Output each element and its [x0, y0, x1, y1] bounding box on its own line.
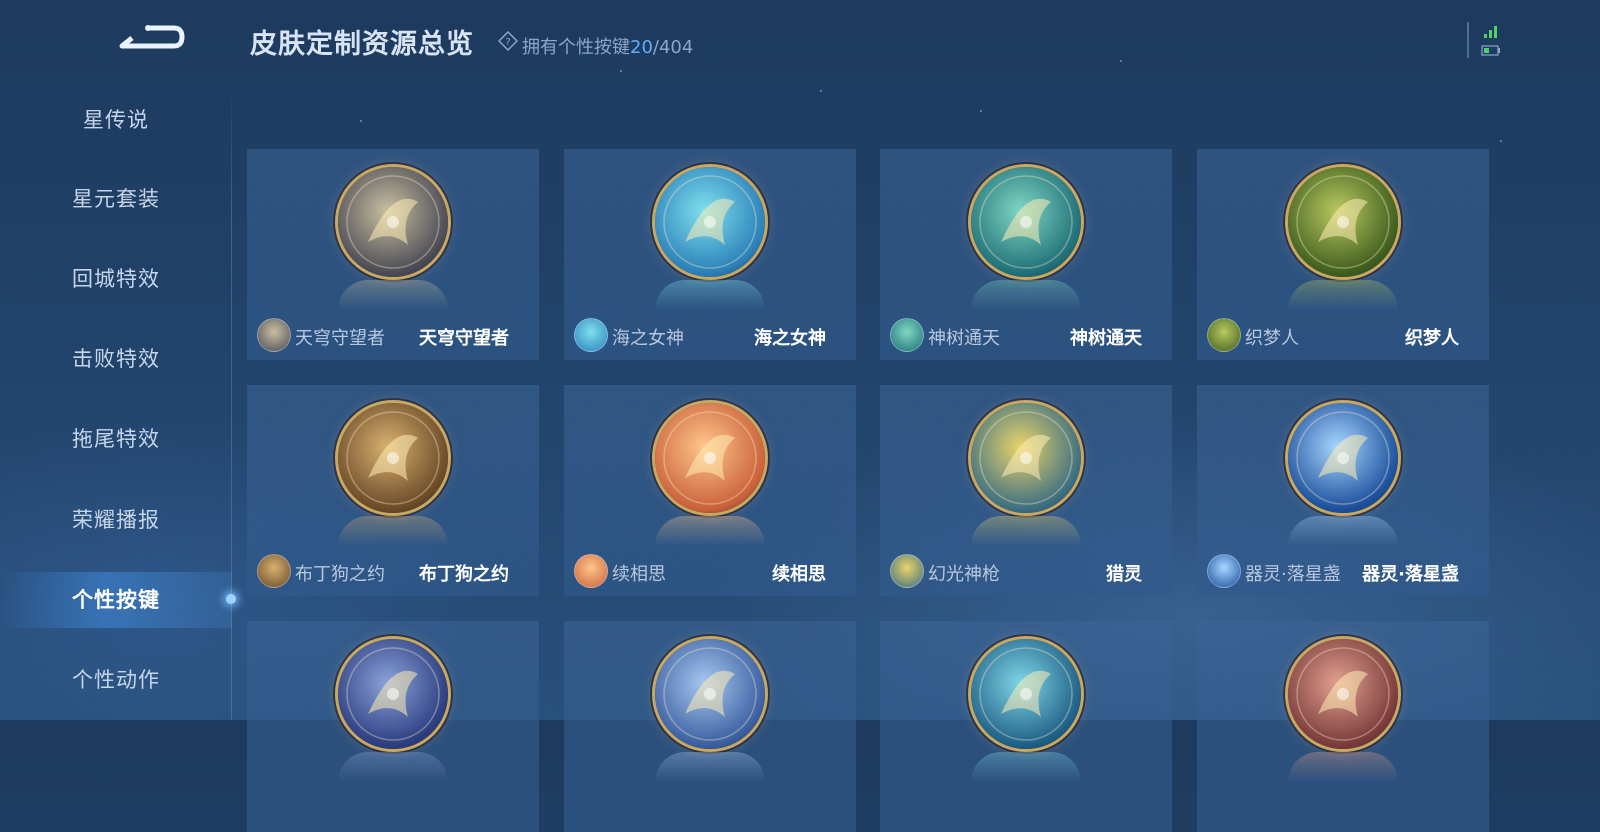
- hero-name: 幻光神枪: [928, 564, 1000, 585]
- card-footer: 幻光神枪 猎灵: [880, 546, 1172, 596]
- hero-name: 续相思: [612, 564, 666, 585]
- owned-count: 拥有个性按键20/404: [522, 33, 693, 59]
- hero-avatar: [574, 318, 608, 352]
- hero-avatar: [257, 318, 291, 352]
- emblem-reflection: [655, 752, 765, 782]
- skin-name: 布丁狗之约: [419, 564, 509, 585]
- spear-emblem-icon: [971, 403, 1081, 513]
- skin-card[interactable]: [880, 621, 1172, 832]
- petal-emblem-icon: [655, 639, 765, 749]
- pagoda-emblem-icon: [338, 639, 448, 749]
- sidebar-item-recall-effect[interactable]: 回城特效: [0, 251, 232, 307]
- sidebar-item-kill-effect[interactable]: 击败特效: [0, 331, 232, 387]
- battery-icon: [1481, 45, 1500, 56]
- emblem-reflection: [1288, 752, 1398, 782]
- hero-name: 织梦人: [1245, 328, 1299, 349]
- card-footer: 天穹守望者 天穹守望者: [247, 310, 539, 360]
- skin-card[interactable]: 器灵·落星盏 器灵·落星盏: [1197, 385, 1489, 596]
- skin-name: 续相思: [772, 564, 826, 585]
- emblem-reflection: [1288, 516, 1398, 546]
- card-footer: 续相思 续相思: [564, 546, 856, 596]
- skin-name: 猎灵: [1106, 564, 1142, 585]
- flower-emblem-icon: [655, 167, 765, 277]
- skin-card[interactable]: 天穹守望者 天穹守望者: [247, 149, 539, 360]
- emblem-reflection: [1288, 280, 1398, 310]
- sidebar-item-glory-broadcast[interactable]: 荣耀播报: [0, 492, 232, 548]
- sidebar-item-custom-actions[interactable]: 个性动作: [0, 652, 232, 708]
- skin-name: 神树通天: [1070, 328, 1142, 349]
- card-footer: 海之女神 海之女神: [564, 310, 856, 360]
- skin-card[interactable]: 布丁狗之约 布丁狗之约: [247, 385, 539, 596]
- sidebar: 星传说 星元套装 回城特效 击败特效 拖尾特效 荣耀播报 个性按键 个性动作: [0, 0, 236, 720]
- skin-card[interactable]: [1197, 621, 1489, 832]
- emblem-reflection: [338, 752, 448, 782]
- card-footer: 器灵·落星盏 器灵·落星盏: [1197, 546, 1489, 596]
- emblem-reflection: [971, 516, 1081, 546]
- hero-name: 器灵·落星盏: [1245, 564, 1341, 585]
- hero-name: 布丁狗之约: [295, 564, 385, 585]
- hero-avatar: [574, 554, 608, 588]
- emblem-reflection: [655, 280, 765, 310]
- status-icons: [1467, 22, 1500, 58]
- vine-bow-emblem-icon: [971, 167, 1081, 277]
- sidebar-item-trail-effect[interactable]: 拖尾特效: [0, 411, 232, 467]
- emblem-reflection: [338, 280, 448, 310]
- hero-name: 神树通天: [928, 328, 1000, 349]
- lamp-emblem-icon: [1288, 403, 1398, 513]
- back-arrow-icon: [119, 25, 185, 49]
- skin-name: 海之女神: [754, 328, 826, 349]
- page-title: 皮肤定制资源总览: [250, 29, 474, 60]
- dragon-emblem-icon: [1288, 167, 1398, 277]
- help-icon[interactable]: ?: [498, 31, 518, 51]
- skin-card[interactable]: [564, 621, 856, 832]
- card-footer: 神树通天 神树通天: [880, 310, 1172, 360]
- back-button[interactable]: [118, 18, 188, 58]
- sidebar-item-star-legend[interactable]: 星传说: [0, 92, 232, 148]
- card-footer: 织梦人 织梦人: [1197, 310, 1489, 360]
- owned-label: 拥有个性按键: [522, 37, 630, 58]
- hero-avatar: [1207, 554, 1241, 588]
- emblem-reflection: [971, 280, 1081, 310]
- skin-card[interactable]: 神树通天 神树通天: [880, 149, 1172, 360]
- card-footer: 布丁狗之约 布丁狗之约: [247, 546, 539, 596]
- ribbon-emblem-icon: [338, 403, 448, 513]
- sidebar-item-star-set[interactable]: 星元套装: [0, 171, 232, 227]
- hero-avatar: [890, 318, 924, 352]
- wave-emblem-icon: [971, 639, 1081, 749]
- skin-name: 器灵·落星盏: [1362, 564, 1459, 585]
- hero-name: 天穹守望者: [295, 328, 385, 349]
- skin-name: 天穹守望者: [419, 328, 509, 349]
- svg-text:?: ?: [505, 37, 510, 48]
- skin-name: 织梦人: [1405, 328, 1459, 349]
- blade-emblem-icon: [1288, 639, 1398, 749]
- hero-avatar: [1207, 318, 1241, 352]
- hero-avatar: [890, 554, 924, 588]
- bow-emblem-icon: [338, 167, 448, 277]
- lotus-emblem-icon: [655, 403, 765, 513]
- emblem-reflection: [655, 516, 765, 546]
- hero-name: 海之女神: [612, 328, 684, 349]
- signal-icon: [1484, 26, 1497, 38]
- skin-card[interactable]: 续相思 续相思: [564, 385, 856, 596]
- skin-card[interactable]: 织梦人 织梦人: [1197, 149, 1489, 360]
- skin-card[interactable]: 幻光神枪 猎灵: [880, 385, 1172, 596]
- owned-total: /404: [652, 37, 694, 58]
- emblem-reflection: [971, 752, 1081, 782]
- skin-card[interactable]: [247, 621, 539, 832]
- emblem-reflection: [338, 516, 448, 546]
- skin-card[interactable]: 海之女神 海之女神: [564, 149, 856, 360]
- owned-current: 20: [630, 37, 653, 58]
- sidebar-item-custom-buttons[interactable]: 个性按键: [0, 572, 236, 628]
- hero-avatar: [257, 554, 291, 588]
